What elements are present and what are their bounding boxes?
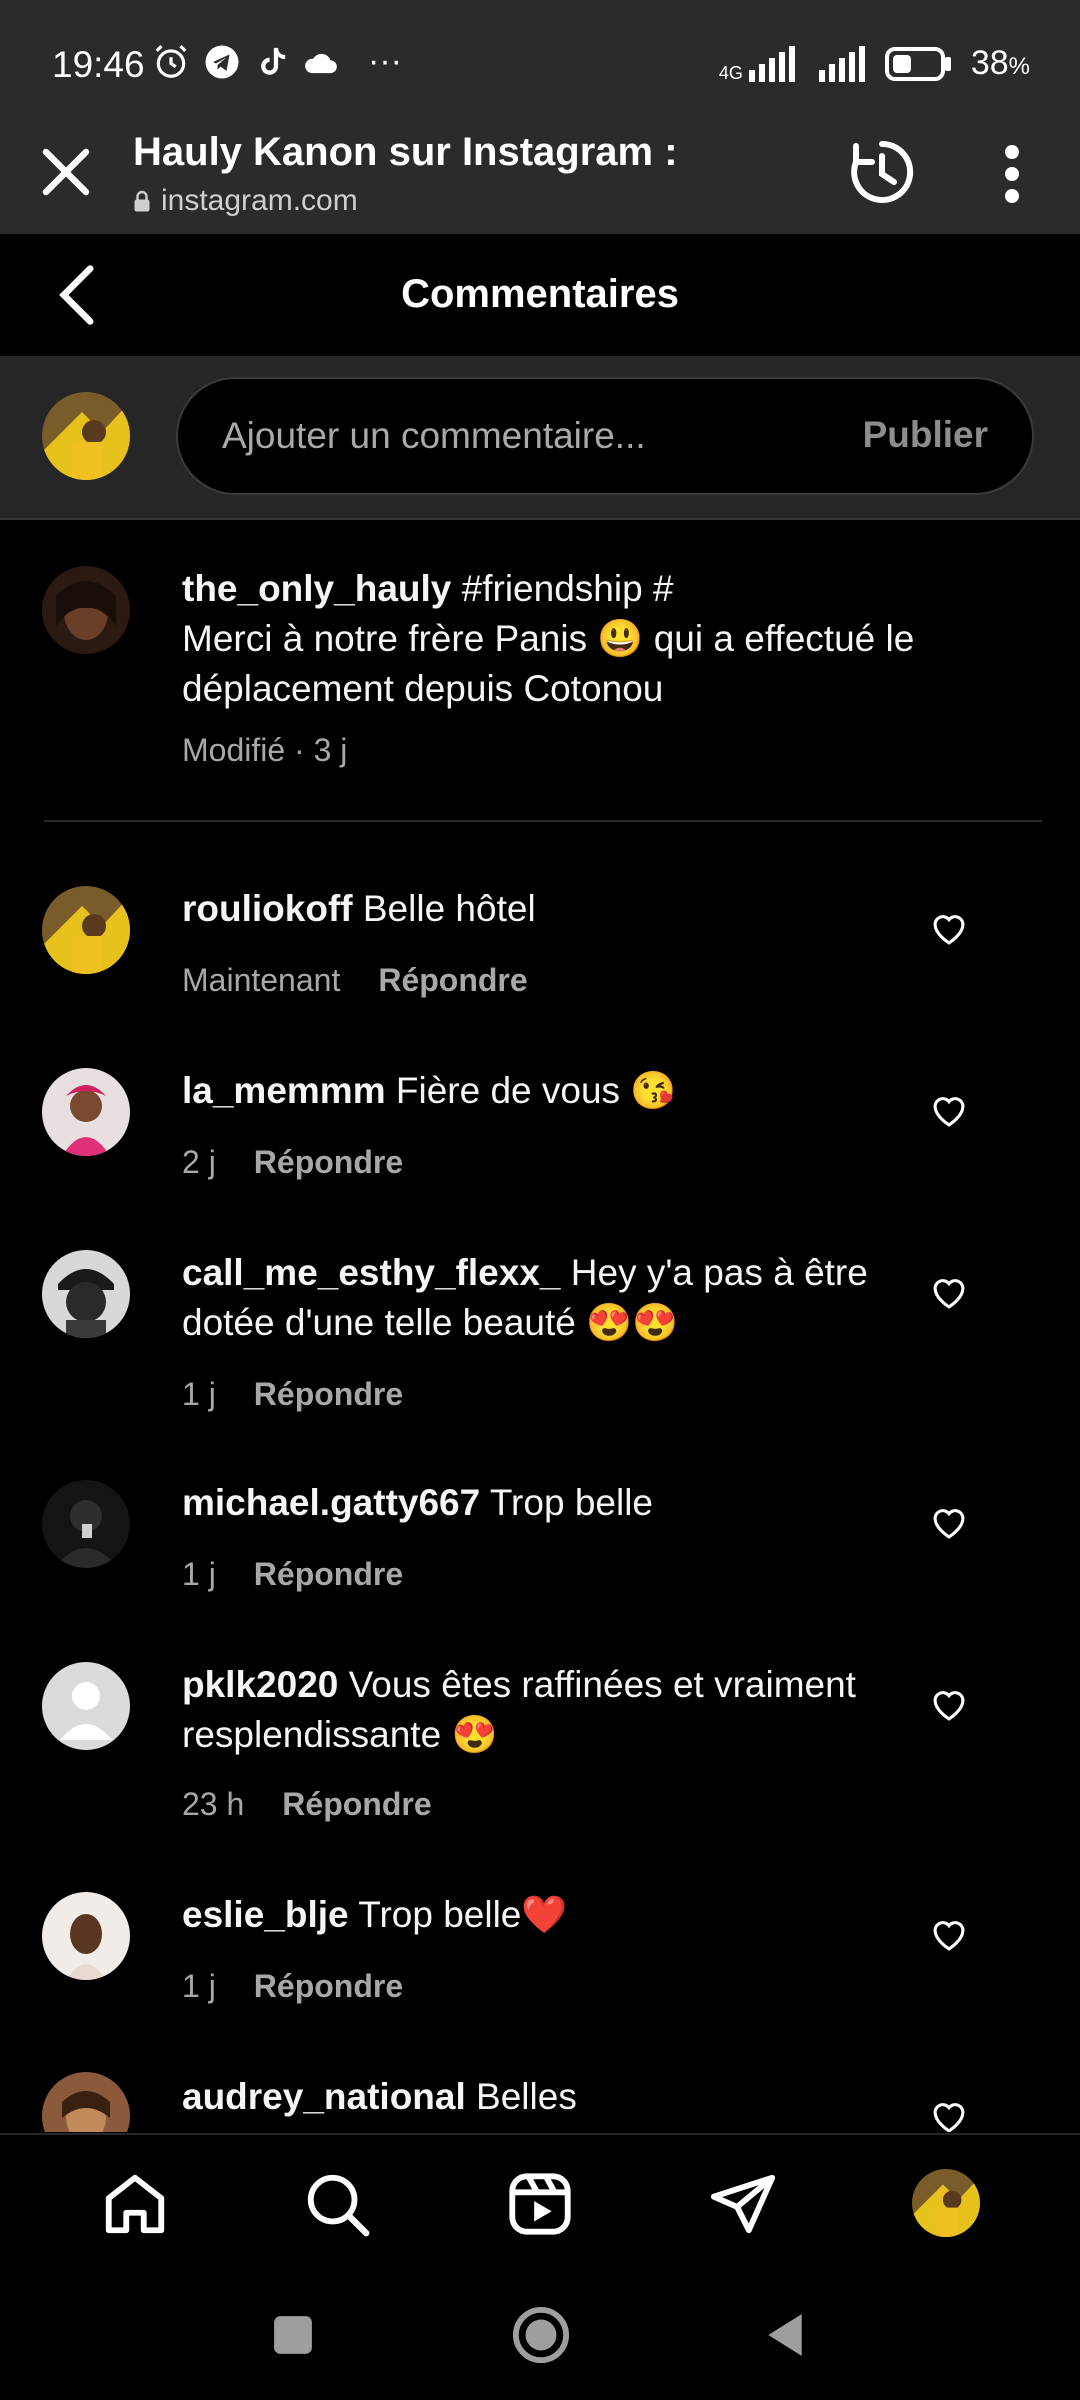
comment-body: Fière de vous 😘 [385,1070,677,1111]
comment-username[interactable]: audrey_national [182,2076,466,2117]
url-text: instagram.com [161,184,358,217]
post-caption: the_only_hauly #friendship # Merci à not… [0,520,1080,822]
comment-body: Trop belle❤️ [348,1894,568,1935]
heart-icon[interactable] [930,1918,968,1952]
avatar[interactable] [42,1068,130,1156]
comment-placeholder: Ajouter un commentaire... [222,415,646,456]
comment-username[interactable]: michael.gatty667 [182,1482,480,1523]
profile-avatar[interactable] [912,2169,980,2237]
comment-input[interactable]: Ajouter un commentaire... Publier [176,377,1034,495]
reply-button[interactable]: Répondre [254,1968,403,2005]
publish-button[interactable]: Publier [863,414,988,456]
alarm-icon [155,44,187,78]
comment-time: Maintenant [182,962,341,998]
lock-icon [134,190,150,212]
comment-time: 2 j [182,1144,216,1180]
default-avatar-icon[interactable] [42,1662,130,1750]
avatar[interactable] [42,1480,130,1568]
battery-icon [884,46,951,81]
header-title: Commentaires [401,272,679,316]
avatar[interactable] [42,886,130,974]
more-notifications-icon: ··· [368,42,402,80]
caption-text: the_only_hauly #friendship # Merci à not… [182,564,942,714]
comment-meta: Maintenant Répondre [182,962,528,999]
signal-icon [818,45,865,82]
tiktok-icon [261,47,286,75]
history-icon[interactable] [846,136,918,208]
heart-icon[interactable] [930,1276,968,1310]
avatar[interactable] [42,2072,130,2132]
caption-username[interactable]: the_only_hauly [182,568,451,609]
reply-button[interactable]: Répondre [254,1144,403,1181]
comment-body: Belles [465,2076,577,2117]
comment-text: pklk2020 Vous êtes raffinées et vraiment… [182,1660,942,1760]
heart-icon[interactable] [930,1506,968,1540]
comment-username[interactable]: call_me_esthy_flexx_ [182,1252,561,1293]
comment-time: 1 j [182,1556,216,1592]
status-time: 19:46 [52,44,145,85]
direct-message-icon[interactable] [708,2169,778,2239]
caption-meta: Modifié · 3 j [182,732,347,769]
comment-composer: Ajouter un commentaire... Publier [0,356,1080,520]
network-4g-icon: 4G [718,45,799,83]
reels-icon[interactable] [505,2169,575,2239]
browser-toolbar: Hauly Kanon sur Instagram : instagram.co… [0,86,1080,236]
battery-level: 38% [970,44,1030,82]
back-button-icon[interactable] [764,2312,806,2358]
comment-body: Trop belle [480,1482,653,1523]
telegram-icon [205,45,239,78]
cloud-icon [305,53,337,73]
avatar[interactable] [42,1250,130,1338]
comment-time: 23 h [182,1786,245,1822]
comment-username[interactable]: la_memmm [182,1070,386,1111]
comment-time: 1 j [182,1968,216,2004]
comment-meta: 1 j Répondre [182,1556,403,1593]
comments-list: rouliokoff Belle hôtel Maintenant Répond… [0,822,1080,2132]
reply-button[interactable]: Répondre [282,1786,431,1823]
avatar[interactable] [42,566,130,654]
comment-username[interactable]: rouliokoff [182,888,353,929]
more-options-icon[interactable] [990,144,1034,204]
comments-header: Commentaires [0,234,1080,358]
reply-button[interactable]: Répondre [378,962,527,999]
reply-button[interactable]: Répondre [254,1556,403,1593]
system-navigation-bar [0,2270,1080,2400]
comment-text: michael.gatty667 Trop belle [182,1478,942,1528]
comment-meta: 23 h Répondre [182,1786,432,1823]
comment-body: Belle hôtel [352,888,536,929]
comment-text: rouliokoff Belle hôtel [182,884,942,934]
caption-body: Merci à notre frère Panis 😃 qui a effect… [182,618,915,709]
recents-icon[interactable] [272,2314,314,2356]
close-icon[interactable] [36,142,96,202]
bottom-navigation [0,2133,1080,2271]
avatar[interactable] [42,1892,130,1980]
comment-meta: 2 j Répondre [182,1144,403,1181]
page-url: instagram.com [133,184,358,218]
comment-username[interactable]: pklk2020 [182,1664,338,1705]
comment-text: eslie_blje Trop belle❤️ [182,1890,942,1940]
comment-meta: 1 j Répondre [182,1376,403,1413]
heart-icon[interactable] [930,1094,968,1128]
network-type: 4G [718,62,743,83]
comment-time: 1 j [182,1376,216,1412]
caption-hashtags[interactable]: #friendship # [451,568,674,609]
comment-text: audrey_national Belles [182,2072,942,2122]
comment-username[interactable]: eslie_blje [182,1894,349,1935]
home-button-icon[interactable] [512,2306,570,2364]
heart-icon[interactable] [930,1688,968,1722]
search-icon[interactable] [302,2169,372,2239]
caption-meta-text: Modifié · 3 j [182,732,348,768]
reply-button[interactable]: Répondre [254,1376,403,1413]
page-title: Hauly Kanon sur Instagram : [133,130,678,174]
heart-icon[interactable] [930,912,968,946]
comment-text: la_memmm Fière de vous 😘 [182,1066,942,1116]
avatar [42,392,130,480]
comment-meta: 1 j Répondre [182,1968,403,2005]
heart-icon[interactable] [930,2100,968,2132]
home-icon[interactable] [100,2169,170,2239]
comment-text: call_me_esthy_flexx_ Hey y'a pas à être … [182,1248,942,1348]
